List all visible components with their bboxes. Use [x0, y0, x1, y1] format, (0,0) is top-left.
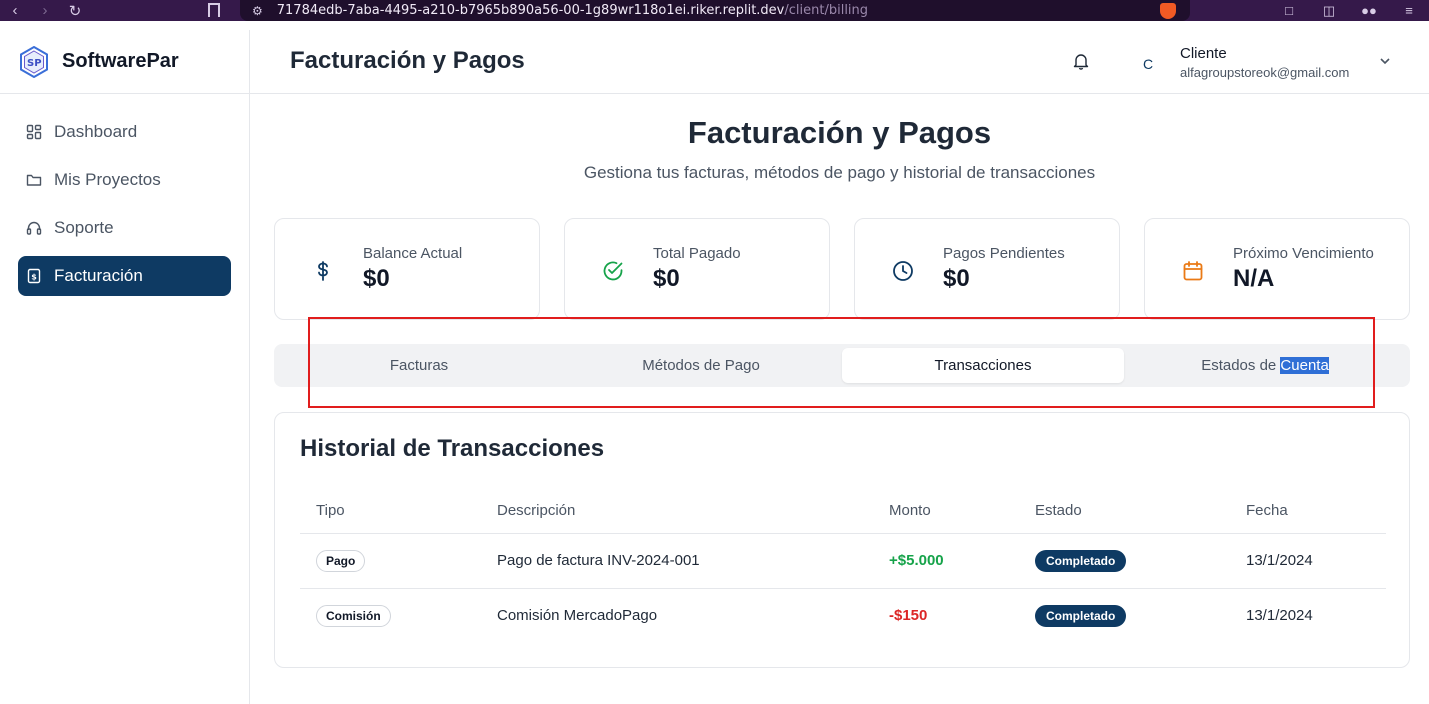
- transactions-table: Tipo Descripción Monto Estado Fecha Pago…: [300, 488, 1386, 644]
- row-amount: -$150: [889, 607, 928, 624]
- user-email: alfagroupstoreok@gmail.com: [1180, 65, 1350, 80]
- stat-value: $0: [653, 265, 680, 292]
- stat-label: Balance Actual: [363, 245, 463, 262]
- avatar[interactable]: C: [1134, 50, 1162, 78]
- column-header-type: Tipo: [316, 502, 345, 519]
- stat-value: $0: [363, 265, 390, 292]
- logo-icon: SP: [20, 45, 48, 78]
- chevron-down-icon[interactable]: [1378, 54, 1392, 68]
- tab-account-statements[interactable]: Estados de Cuenta: [1124, 348, 1406, 383]
- invoice-icon: $: [26, 268, 42, 284]
- svg-text:$: $: [31, 273, 37, 282]
- stat-card-pending: Pagos Pendientes $0: [854, 218, 1120, 320]
- tab-label-prefix: Estados de: [1201, 357, 1281, 374]
- table-header: Tipo Descripción Monto Estado Fecha: [300, 488, 1386, 534]
- table-row: Comisión Comisión MercadoPago -$150 Comp…: [300, 589, 1386, 644]
- page-title: Facturación y Pagos: [290, 47, 525, 74]
- panel-title: Historial de Transacciones: [300, 435, 605, 462]
- stat-card-balance: Balance Actual $0: [274, 218, 540, 320]
- tab-invoices[interactable]: Facturas: [278, 348, 560, 383]
- stat-label: Pagos Pendientes: [943, 245, 1065, 262]
- url-path: /client/billing: [784, 3, 869, 18]
- status-badge: Completado: [1035, 550, 1127, 572]
- sidebar-item-billing[interactable]: $ Facturación: [18, 256, 231, 296]
- row-date: 13/1/2024: [1246, 552, 1313, 569]
- calendar-icon: [1183, 261, 1203, 281]
- sidebar-item-label: Dashboard: [54, 122, 138, 141]
- brand-name: SoftwarePar: [62, 50, 179, 72]
- bell-icon[interactable]: [1072, 52, 1090, 70]
- svg-text:SP: SP: [27, 58, 42, 69]
- extension-icon[interactable]: ●●: [1349, 3, 1389, 18]
- header: Facturación y Pagos C Cliente alfagroups…: [250, 30, 1429, 94]
- main-subtitle: Gestiona tus facturas, métodos de pago y…: [583, 163, 1096, 182]
- stat-label: Próximo Vencimiento: [1233, 245, 1374, 262]
- main-title: Facturación y Pagos: [687, 115, 992, 150]
- site-settings-icon[interactable]: ⚙: [252, 4, 263, 18]
- brave-shield-icon[interactable]: [1160, 3, 1176, 19]
- row-amount: +$5.000: [889, 552, 944, 569]
- headset-icon: [26, 220, 42, 236]
- column-header-description: Descripción: [497, 502, 576, 519]
- stat-card-next-due: Próximo Vencimiento N/A: [1144, 218, 1410, 320]
- type-badge: Comisión: [316, 605, 391, 627]
- sidebar: SP SoftwarePar Dashboard Mis Proyectos S…: [0, 30, 250, 704]
- sidebar-nav: Dashboard Mis Proyectos Soporte $ Factur…: [0, 94, 249, 322]
- sidebar-item-label: Facturación: [54, 266, 143, 285]
- clock-icon: [893, 261, 913, 281]
- stat-card-paid: Total Pagado $0: [564, 218, 830, 320]
- back-icon[interactable]: ‹: [0, 0, 30, 21]
- sidebar-item-support[interactable]: Soporte: [18, 208, 231, 248]
- sidebar-item-label: Soporte: [54, 218, 114, 237]
- folder-icon: [26, 172, 42, 188]
- column-header-status: Estado: [1035, 502, 1082, 519]
- tab-transactions[interactable]: Transacciones: [842, 348, 1124, 383]
- reload-icon[interactable]: ↻: [60, 0, 90, 21]
- row-description: Pago de factura INV-2024-001: [497, 552, 700, 569]
- check-circle-icon: [603, 261, 623, 281]
- column-header-date: Fecha: [1246, 502, 1288, 519]
- brand[interactable]: SP SoftwarePar: [0, 30, 249, 94]
- table-row: Pago Pago de factura INV-2024-001 +$5.00…: [300, 534, 1386, 589]
- dashboard-icon: [26, 124, 42, 140]
- status-badge: Completado: [1035, 605, 1127, 627]
- stat-value: $0: [943, 265, 970, 292]
- browser-toolbar: ‹ › ↻ ⚙ 71784edb-7aba-4495-a210-b7965b89…: [0, 0, 1429, 21]
- row-date: 13/1/2024: [1246, 607, 1313, 624]
- bookmark-icon[interactable]: [208, 3, 220, 17]
- billing-tabs: Facturas Métodos de Pago Transacciones E…: [274, 344, 1410, 387]
- forward-icon[interactable]: ›: [30, 0, 60, 21]
- column-header-amount: Monto: [889, 502, 931, 519]
- tab-payment-methods[interactable]: Métodos de Pago: [560, 348, 842, 383]
- address-bar[interactable]: ⚙ 71784edb-7aba-4495-a210-b7965b890a56-0…: [240, 0, 1190, 21]
- stat-value: N/A: [1233, 265, 1275, 292]
- user-name[interactable]: Cliente: [1180, 45, 1227, 62]
- selected-text: Cuenta: [1280, 357, 1329, 374]
- transactions-panel: Historial de Transacciones Tipo Descripc…: [274, 412, 1410, 668]
- sidebar-item-projects[interactable]: Mis Proyectos: [18, 160, 231, 200]
- row-description: Comisión MercadoPago: [497, 607, 658, 624]
- url-host: 71784edb-7aba-4495-a210-b7965b890a56-00-…: [276, 3, 785, 18]
- dollar-icon: [318, 261, 328, 281]
- sidebar-item-label: Mis Proyectos: [54, 170, 161, 189]
- screenshot-icon[interactable]: □: [1269, 3, 1309, 18]
- stat-label: Total Pagado: [653, 245, 741, 262]
- sidebar-item-dashboard[interactable]: Dashboard: [18, 112, 231, 152]
- type-badge: Pago: [316, 550, 366, 572]
- menu-icon[interactable]: ≡: [1389, 3, 1429, 18]
- sidebar-toggle-icon[interactable]: ◫: [1309, 3, 1349, 19]
